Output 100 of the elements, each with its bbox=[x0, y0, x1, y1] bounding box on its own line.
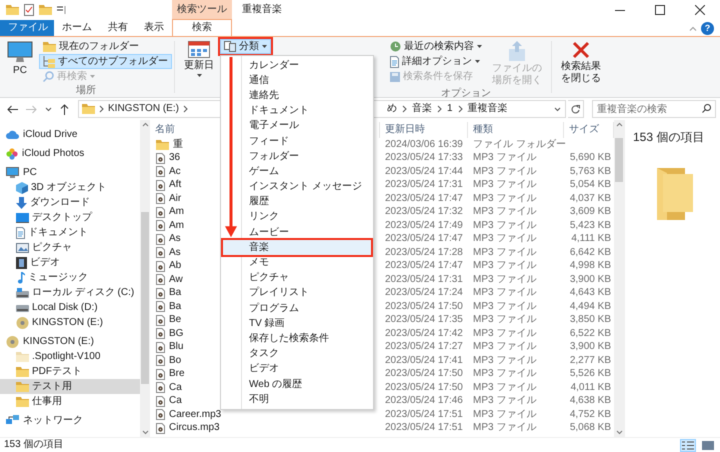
file-name[interactable]: Bo bbox=[169, 354, 182, 367]
nav-item[interactable]: テスト用 bbox=[0, 379, 140, 394]
ribbon-button[interactable]: すべてのサブフォルダー bbox=[39, 54, 172, 69]
file-name[interactable]: Am bbox=[169, 206, 184, 218]
file-name[interactable]: Career.mp3 bbox=[169, 408, 222, 421]
kind-button[interactable]: 分類 bbox=[220, 39, 271, 54]
menu-item[interactable]: カレンダー bbox=[223, 58, 371, 74]
file-name[interactable]: Ab bbox=[169, 260, 182, 272]
menu-item[interactable]: メモ bbox=[223, 255, 371, 271]
menu-item[interactable]: ムービー bbox=[223, 225, 371, 240]
menu-item[interactable]: ピクチャ bbox=[223, 270, 371, 286]
nav-item[interactable]: KINGSTON (E:) bbox=[0, 315, 140, 330]
file-name[interactable]: Bre bbox=[169, 368, 185, 380]
menu-item[interactable]: ドキュメント bbox=[223, 104, 371, 119]
file-name[interactable]: BG bbox=[169, 328, 184, 340]
breadcrumb-item[interactable]: 重複音楽 bbox=[468, 103, 508, 115]
nav-item[interactable]: PC bbox=[0, 165, 140, 180]
breadcrumb-item[interactable]: 1 bbox=[447, 103, 453, 115]
file-name[interactable]: Ca bbox=[169, 395, 182, 408]
file-name[interactable]: Aft bbox=[169, 179, 182, 192]
chevron-up-icon[interactable] bbox=[689, 26, 697, 30]
ribbon-button[interactable]: 最近の検索内容 bbox=[386, 39, 486, 54]
menu-item[interactable]: プレイリスト bbox=[223, 286, 371, 301]
file-name[interactable]: Ac bbox=[169, 166, 181, 178]
tab[interactable]: 検索 bbox=[172, 19, 232, 36]
file-name[interactable]: Circus.mp3 bbox=[169, 422, 220, 434]
help-button[interactable]: ? bbox=[701, 22, 714, 34]
scrollbar[interactable] bbox=[140, 120, 150, 437]
nav-item[interactable]: デスクトップ bbox=[0, 210, 140, 225]
scroll-thumb[interactable] bbox=[615, 138, 623, 182]
date-modified-button[interactable]: 更新日 bbox=[180, 39, 218, 78]
menu-item[interactable]: 不明 bbox=[223, 392, 371, 408]
menu-item[interactable]: 履歴 bbox=[223, 194, 371, 210]
menu-item[interactable]: ゲーム bbox=[223, 164, 371, 180]
view-button[interactable] bbox=[680, 438, 696, 452]
file-name[interactable]: 36 bbox=[169, 152, 180, 164]
nav-item[interactable]: .Spotlight-V100 bbox=[0, 349, 140, 364]
search-field[interactable]: 重複音楽の検索 bbox=[592, 100, 716, 118]
chevron-down-icon[interactable] bbox=[554, 106, 561, 112]
tab[interactable]: ファイル bbox=[0, 20, 54, 36]
scrollbar[interactable] bbox=[614, 120, 624, 437]
column-header[interactable]: 更新日時 bbox=[380, 122, 468, 138]
menu-item[interactable]: 連絡先 bbox=[223, 88, 371, 104]
nav-item[interactable]: ドキュメント bbox=[0, 225, 140, 240]
menu-item[interactable]: プログラム bbox=[223, 301, 371, 316]
menu-item[interactable]: ビデオ bbox=[223, 362, 371, 377]
nav-item[interactable]: 仕事用 bbox=[0, 394, 140, 409]
folder-icon[interactable] bbox=[39, 5, 52, 15]
scroll-down-icon[interactable] bbox=[616, 429, 622, 437]
view-button[interactable] bbox=[700, 438, 716, 452]
nav-item[interactable]: ローカル ディスク (C:) bbox=[0, 285, 140, 300]
tab[interactable]: 表示 bbox=[136, 20, 172, 36]
scroll-up-icon[interactable] bbox=[142, 120, 148, 128]
checklist-icon[interactable] bbox=[24, 4, 34, 16]
tab[interactable]: ホーム bbox=[54, 20, 100, 36]
file-name[interactable]: Ba bbox=[169, 287, 182, 300]
dropdown-icon[interactable] bbox=[57, 6, 66, 14]
menu-item[interactable]: 通信 bbox=[223, 73, 371, 88]
menu-item[interactable]: インスタント メッセージ bbox=[223, 180, 371, 195]
close-search-button[interactable]: 検索結果 を閉じる bbox=[557, 39, 605, 86]
file-name[interactable]: Am bbox=[169, 220, 184, 232]
tab[interactable]: 共有 bbox=[100, 20, 136, 36]
menu-item[interactable]: TV 録画 bbox=[223, 316, 371, 332]
file-name[interactable]: Be bbox=[169, 314, 182, 326]
menu-item[interactable]: 電子メール bbox=[223, 118, 371, 134]
nav-item[interactable]: PDFテスト bbox=[0, 364, 140, 379]
nav-item[interactable]: 3D オブジェクト bbox=[0, 180, 140, 195]
breadcrumb-item[interactable]: KINGSTON (E:) bbox=[108, 103, 179, 115]
nav-item[interactable]: KINGSTON (E:) bbox=[0, 334, 140, 349]
breadcrumb-item[interactable]: め bbox=[387, 103, 397, 115]
scroll-down-icon[interactable] bbox=[142, 429, 148, 437]
nav-item[interactable]: ネットワーク bbox=[0, 413, 140, 428]
menu-item[interactable]: フォルダー bbox=[223, 149, 371, 164]
nav-item[interactable]: iCloud Drive bbox=[0, 127, 140, 142]
scroll-thumb[interactable] bbox=[141, 212, 149, 384]
file-name[interactable]: Blu bbox=[169, 341, 184, 354]
menu-item[interactable]: リンク bbox=[223, 210, 371, 226]
scroll-up-icon[interactable] bbox=[616, 120, 622, 128]
ribbon-button[interactable]: 現在のフォルダー bbox=[39, 39, 172, 54]
menu-item[interactable]: 音楽 bbox=[223, 240, 371, 256]
nav-item[interactable]: ピクチャ bbox=[0, 240, 140, 255]
folder-icon[interactable] bbox=[6, 5, 19, 15]
menu-item[interactable]: 保存した検索条件 bbox=[223, 331, 371, 347]
pc-button[interactable]: PC bbox=[3, 39, 37, 78]
file-name[interactable]: Ca bbox=[169, 382, 182, 394]
menu-item[interactable]: フィード bbox=[223, 134, 371, 150]
nav-item[interactable]: ダウンロード bbox=[0, 195, 140, 210]
breadcrumb-item[interactable]: 音楽 bbox=[412, 103, 432, 115]
file-name[interactable]: 重 bbox=[173, 138, 183, 151]
menu-item[interactable]: Web の履歴 bbox=[223, 376, 371, 392]
file-name[interactable]: Aw bbox=[169, 274, 183, 286]
column-header[interactable]: 種類 bbox=[468, 122, 564, 138]
file-name[interactable]: Ba bbox=[169, 300, 182, 313]
file-name[interactable]: As bbox=[169, 233, 181, 246]
file-name[interactable]: Air bbox=[169, 192, 182, 205]
file-name[interactable]: As bbox=[169, 246, 181, 259]
nav-item[interactable]: ビデオ bbox=[0, 255, 140, 270]
nav-item[interactable]: Local Disk (D:) bbox=[0, 300, 140, 315]
nav-item[interactable]: ミュージック bbox=[0, 270, 140, 285]
refresh-button[interactable] bbox=[568, 100, 584, 118]
